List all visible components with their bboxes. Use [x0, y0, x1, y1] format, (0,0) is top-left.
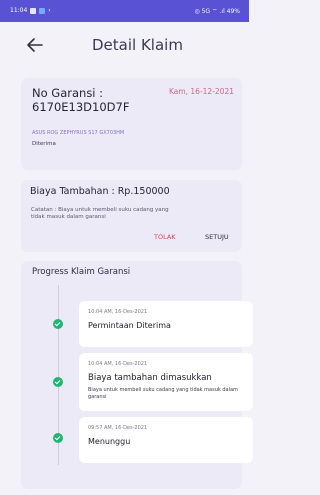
check-circle-icon [53, 377, 63, 387]
claim-status: Diterima [32, 141, 56, 147]
reject-button[interactable]: TOLAK [154, 233, 176, 241]
claim-number-block: No Garansi : 6170E13D10D7F [32, 86, 152, 114]
status-right: ◎ 5G ⌔ .ıl 49% [194, 8, 240, 15]
step-time: 10:04 AM, 16-Des-2021 [88, 309, 148, 315]
progress-card: Progress Klaim Garansi 10:04 AM, 16-Des-… [21, 261, 253, 489]
step-title: Biaya tambahan dimasukkan [88, 373, 212, 383]
device-name: ASUS ROG ZEPHYRUS S17 GX703HM [32, 130, 125, 136]
status-bar: 11:04 › ◎ 5G ⌔ .ıl 49% [0, 0, 249, 22]
claim-number-label: No Garansi : [32, 86, 104, 100]
claim-date: Kam, 16-12-2021 [168, 87, 234, 96]
status-left: 11:04 › [10, 7, 51, 14]
back-arrow-icon[interactable] [26, 37, 44, 53]
progress-title: Progress Klaim Garansi [32, 267, 131, 277]
check-circle-icon [53, 433, 63, 443]
approve-button[interactable]: SETUJU [205, 233, 229, 241]
step-time: 09:57 AM, 16-Des-2021 [88, 425, 148, 431]
app-notification-icon [39, 7, 46, 14]
app-bar: Detail Klaim [0, 22, 249, 70]
check-circle-icon [53, 319, 63, 329]
page-title: Detail Klaim [92, 36, 183, 54]
claim-number: 6170E13D10D7F [32, 100, 130, 114]
timeline-step: 10:04 AM, 16-Des-2021 Permintaan Diterim… [79, 301, 253, 347]
claim-info-card: No Garansi : 6170E13D10D7F Kam, 16-12-20… [21, 78, 242, 170]
chevron-icon: › [48, 7, 51, 14]
extra-cost-note: Catatan : Biaya untuk membeli suku cadan… [31, 207, 169, 220]
gallery-icon [30, 7, 37, 14]
extra-cost-title: Biaya Tambahan : Rp.150000 [30, 186, 170, 197]
step-title: Menunggu [88, 437, 131, 446]
status-time: 11:04 [10, 7, 28, 14]
timeline-step: 09:57 AM, 16-Des-2021 Menunggu [79, 417, 253, 463]
timeline-step: 10:04 AM, 16-Des-2021 Biaya tambahan dim… [79, 353, 253, 411]
step-title: Permintaan Diterima [88, 321, 171, 330]
step-description: Biaya untuk membeli suku cadang yang tid… [88, 387, 238, 400]
step-time: 10:04 AM, 16-Des-2021 [88, 361, 148, 367]
extra-cost-card: Biaya Tambahan : Rp.150000 Catatan : Bia… [21, 180, 242, 252]
